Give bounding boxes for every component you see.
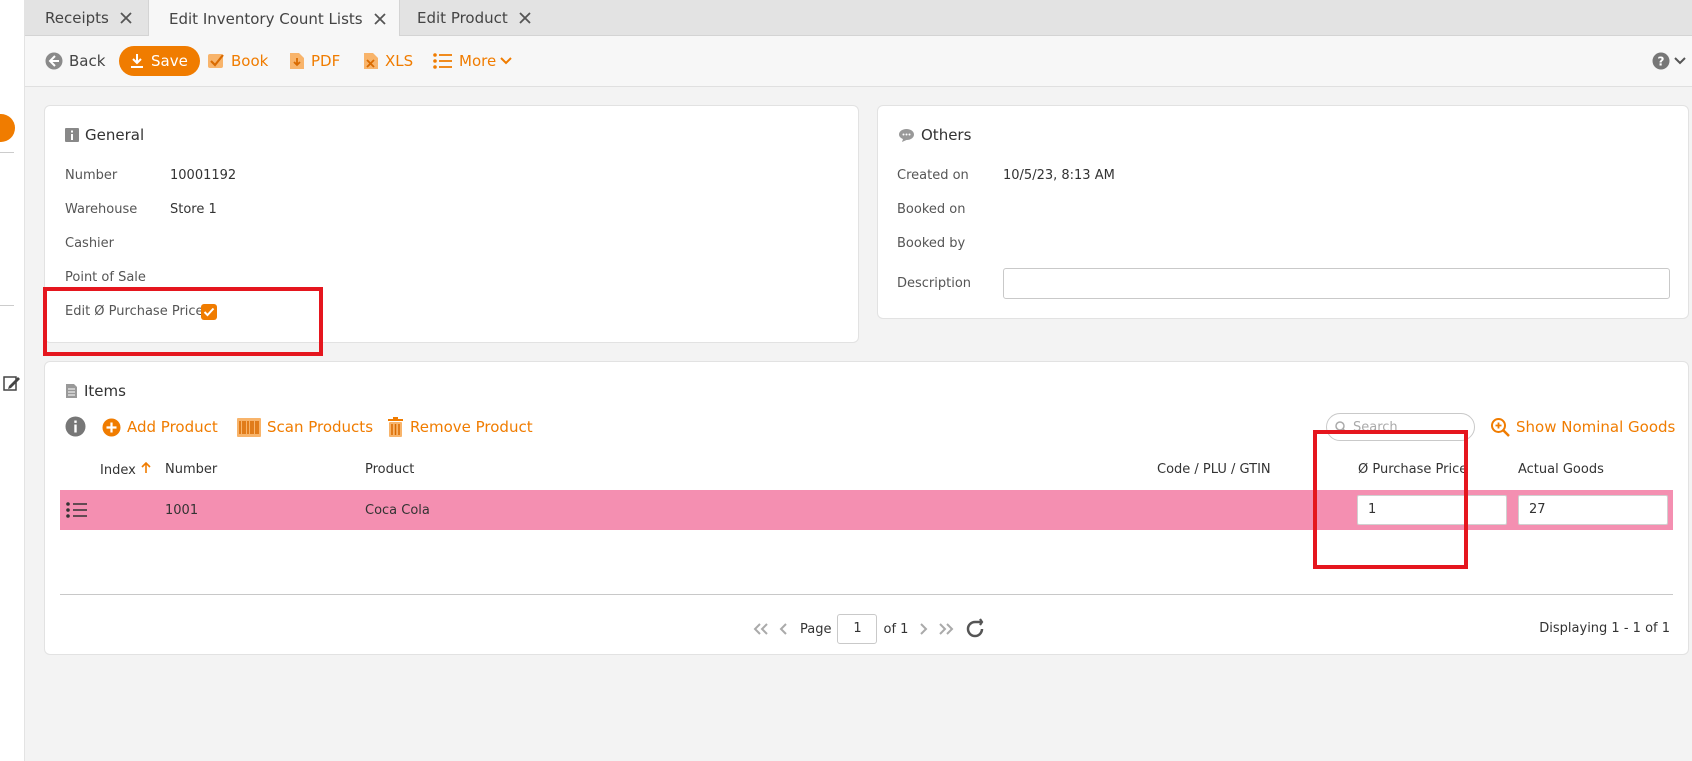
divider (0, 305, 14, 306)
cashier-label: Cashier (65, 236, 115, 251)
divider (60, 594, 1673, 595)
sidebar-toggle-button[interactable] (0, 114, 15, 142)
warehouse-label: Warehouse (65, 202, 138, 217)
help-icon: ? (1652, 52, 1670, 70)
remove-product-button[interactable]: Remove Product (387, 414, 533, 440)
checkbox-icon (208, 54, 224, 68)
created-on-label: Created on (897, 168, 969, 183)
sort-ascending-icon (141, 461, 151, 473)
previous-page-icon[interactable] (779, 623, 789, 635)
last-page-icon[interactable] (938, 623, 954, 635)
cell-number: 1001 (165, 503, 199, 518)
pdf-file-icon (290, 53, 304, 69)
column-header-code[interactable]: Code / PLU / GTIN (1157, 462, 1271, 477)
page-of-label: of 1 (883, 621, 909, 637)
more-menu-button[interactable]: More (433, 46, 518, 76)
number-label: Number (65, 168, 118, 183)
tab-receipts[interactable]: Receipts (25, 0, 145, 36)
first-page-icon[interactable] (753, 623, 769, 635)
tab-edit-inventory-count-lists[interactable]: Edit Inventory Count Lists (148, 0, 400, 37)
xls-button[interactable]: XLS (363, 46, 413, 76)
chevron-down-icon (1674, 57, 1686, 65)
pdf-button[interactable]: PDF (289, 46, 340, 76)
divider (0, 152, 14, 153)
general-panel-title: General (65, 126, 144, 144)
close-icon[interactable] (119, 11, 133, 25)
tab-edit-product[interactable]: Edit Product (397, 0, 544, 36)
warehouse-value: Store 1 (170, 202, 217, 217)
scan-products-button[interactable]: Scan Products (237, 414, 373, 440)
column-header-index[interactable]: Index (100, 461, 152, 478)
show-nominal-goods-button[interactable]: Show Nominal Goods (1491, 414, 1675, 440)
xls-file-icon (364, 53, 378, 69)
created-on-value: 10/5/23, 8:13 AM (1003, 168, 1115, 183)
description-label: Description (897, 276, 972, 291)
items-panel-title: Items (65, 382, 126, 400)
tab-label: Edit Product (417, 9, 508, 27)
description-input[interactable] (1003, 268, 1670, 299)
add-circle-icon (102, 418, 121, 436)
row-menu-icon[interactable] (66, 502, 88, 518)
tab-label: Receipts (45, 9, 109, 27)
point-of-sale-label: Point of Sale (65, 270, 146, 285)
close-icon[interactable] (518, 11, 532, 25)
left-sidebar-strip (0, 0, 25, 761)
column-header-actual-goods[interactable]: Actual Goods (1518, 462, 1604, 477)
back-button[interactable]: Back (45, 46, 105, 76)
back-arrow-icon (45, 52, 63, 70)
tab-bar: Receipts Edit Inventory Count Lists Edit… (25, 0, 1692, 37)
actual-goods-input[interactable]: 27 (1518, 495, 1668, 525)
zoom-in-icon (1491, 417, 1510, 437)
info-icon[interactable] (65, 416, 86, 437)
list-icon (433, 53, 452, 69)
annotation-highlight-box (1313, 430, 1468, 569)
download-icon (131, 54, 143, 68)
column-header-product[interactable]: Product (365, 462, 414, 477)
number-value: 10001192 (170, 168, 237, 183)
save-button[interactable]: Save (119, 46, 200, 76)
comment-icon (899, 128, 914, 142)
trash-icon (388, 417, 403, 437)
chevron-down-icon (500, 57, 512, 65)
page-number-input[interactable]: 1 (837, 614, 878, 644)
cell-product: Coca Cola (365, 503, 430, 518)
page-label: Page (800, 621, 832, 637)
help-menu-button[interactable]: ? (1652, 52, 1686, 70)
tab-label: Edit Inventory Count Lists (169, 9, 363, 28)
column-header-number[interactable]: Number (165, 462, 217, 477)
close-icon[interactable] (373, 12, 387, 26)
booked-by-label: Booked by (897, 236, 966, 251)
document-icon (66, 384, 77, 398)
info-icon (65, 128, 79, 142)
booked-on-label: Booked on (897, 202, 966, 217)
svg-text:?: ? (1658, 55, 1665, 69)
refresh-icon[interactable] (964, 618, 986, 640)
next-page-icon[interactable] (918, 623, 928, 635)
annotation-highlight-box (43, 287, 323, 356)
displaying-count: Displaying 1 - 1 of 1 (1539, 621, 1670, 636)
toolbar: Back Save Book PDF XLS More ? (25, 36, 1692, 87)
pagination: Page 1 of 1 (748, 613, 991, 645)
add-product-button[interactable]: Add Product (102, 414, 218, 440)
barcode-icon (237, 417, 261, 437)
edit-icon[interactable] (3, 374, 21, 392)
book-button[interactable]: Book (207, 46, 268, 76)
others-panel-title: Others (898, 126, 971, 144)
